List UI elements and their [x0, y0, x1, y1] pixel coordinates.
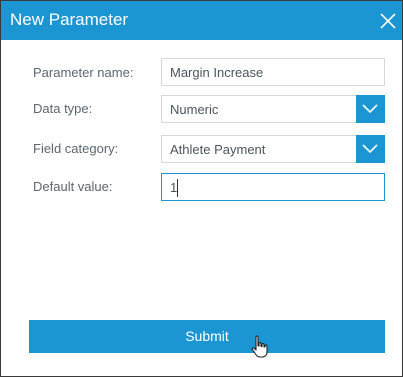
new-parameter-dialog: New Parameter Parameter name: Margin Inc… [0, 0, 403, 377]
field-category-value: Athlete Payment [170, 142, 266, 157]
hand-pointer-icon [250, 335, 270, 364]
text-caret [177, 179, 178, 197]
default-value-input[interactable]: 1 [161, 173, 385, 201]
data-type-select[interactable]: Numeric [161, 95, 385, 123]
parameter-name-value: Margin Increase [170, 65, 264, 80]
parameter-name-input[interactable]: Margin Increase [161, 58, 385, 86]
default-value-label: Default value: [33, 179, 113, 194]
field-category-select[interactable]: Athlete Payment [161, 135, 385, 163]
data-type-label: Data type: [33, 101, 93, 116]
field-category-label: Field category: [33, 141, 119, 156]
data-type-value: Numeric [170, 102, 219, 117]
data-type-dropdown-button[interactable] [356, 95, 385, 123]
close-icon[interactable] [377, 10, 399, 32]
field-category-dropdown-button[interactable] [356, 135, 385, 163]
chevron-down-icon [362, 144, 378, 154]
dialog-titlebar: New Parameter [1, 1, 402, 40]
chevron-down-icon [362, 104, 378, 114]
submit-button[interactable]: Submit [29, 320, 385, 353]
parameter-name-label: Parameter name: [33, 65, 134, 80]
dialog-title: New Parameter [10, 10, 129, 29]
